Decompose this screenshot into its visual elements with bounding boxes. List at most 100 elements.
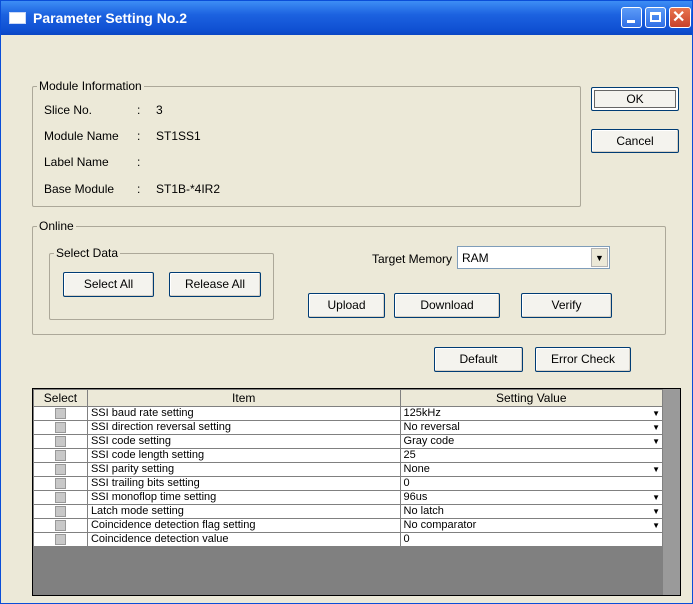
item-cell: SSI monoflop time setting [86, 490, 401, 505]
settings-table: Select Item Setting Value SSI baud rate … [33, 389, 664, 547]
download-button[interactable]: Download [394, 293, 500, 318]
column-header-setting-value[interactable]: Setting Value [399, 389, 664, 407]
error-check-button[interactable]: Error Check [535, 347, 631, 372]
chevron-down-icon[interactable]: ▼ [591, 248, 608, 267]
item-cell: Coincidence detection value [86, 532, 401, 547]
table-row[interactable]: SSI direction reversal setting No reversa… [33, 420, 664, 435]
select-checkbox[interactable] [54, 435, 66, 447]
select-checkbox[interactable] [54, 463, 66, 475]
release-all-button[interactable]: Release All [169, 272, 261, 297]
item-cell: SSI direction reversal setting [86, 420, 401, 435]
table-row[interactable]: SSI baud rate setting 125kHz ▼ [33, 406, 664, 421]
dropdown-arrow-icon[interactable]: ▼ [652, 436, 660, 448]
minimize-button[interactable] [621, 7, 642, 28]
select-cell[interactable] [33, 448, 88, 463]
select-cell[interactable] [33, 518, 88, 533]
settings-grid: Select Item Setting Value SSI baud rate … [32, 388, 681, 596]
window-icon [9, 12, 26, 24]
vertical-scrollbar[interactable] [663, 389, 680, 595]
setting-value-cell[interactable]: 0 [399, 532, 664, 547]
online-legend: Online [39, 219, 74, 233]
setting-value-cell[interactable]: 25 [399, 448, 664, 463]
select-checkbox[interactable] [54, 477, 66, 489]
select-cell[interactable] [33, 462, 88, 477]
setting-value-text: No latch [403, 505, 444, 517]
select-cell[interactable] [33, 532, 88, 547]
module-information-group: Module Information [32, 79, 581, 207]
setting-value-text: 0 [403, 477, 410, 489]
parameter-setting-dialog: Parameter Setting No.2 ✕ Module Informat… [0, 0, 693, 604]
dropdown-arrow-icon[interactable]: ▼ [652, 506, 660, 518]
module-information-legend: Module Information [39, 79, 142, 93]
select-cell[interactable] [33, 420, 88, 435]
base-module-value: ST1B-*4IR2 [156, 182, 221, 196]
module-name-sep: : [137, 129, 141, 143]
select-cell[interactable] [33, 504, 88, 519]
cancel-button[interactable]: Cancel [591, 129, 679, 153]
window-title: Parameter Setting No.2 [33, 10, 188, 26]
title-bar[interactable]: Parameter Setting No.2 ✕ [1, 1, 692, 35]
dropdown-arrow-icon[interactable]: ▼ [652, 408, 660, 420]
select-checkbox[interactable] [54, 491, 66, 503]
select-checkbox[interactable] [54, 421, 66, 433]
setting-value-cell[interactable]: No comparator ▼ [399, 518, 664, 533]
setting-value-text: No reversal [403, 421, 460, 433]
module-name-value: ST1SS1 [156, 129, 201, 143]
slice-no-value: 3 [156, 103, 163, 117]
column-header-select[interactable]: Select [33, 389, 88, 407]
select-cell[interactable] [33, 490, 88, 505]
setting-value-text: 25 [403, 449, 416, 461]
item-cell: SSI parity setting [86, 462, 401, 477]
dropdown-arrow-icon[interactable]: ▼ [652, 464, 660, 476]
select-cell[interactable] [33, 406, 88, 421]
item-cell: SSI code length setting [86, 448, 401, 463]
default-button[interactable]: Default [434, 347, 523, 372]
item-cell: Coincidence detection flag setting [86, 518, 401, 533]
select-all-button[interactable]: Select All [63, 272, 154, 297]
table-row[interactable]: SSI monoflop time setting 96us ▼ [33, 490, 664, 505]
verify-button[interactable]: Verify [521, 293, 612, 318]
select-cell[interactable] [33, 434, 88, 449]
slice-no-label: Slice No. [44, 103, 93, 117]
setting-value-cell[interactable]: 125kHz ▼ [399, 406, 664, 421]
item-cell: Latch mode setting [86, 504, 401, 519]
table-row[interactable]: SSI code setting Gray code ▼ [33, 434, 664, 449]
select-checkbox[interactable] [54, 519, 66, 531]
select-checkbox[interactable] [54, 449, 66, 461]
setting-value-cell[interactable]: 96us ▼ [399, 490, 664, 505]
table-row[interactable]: Coincidence detection value 0 [33, 532, 664, 547]
column-header-item[interactable]: Item [86, 389, 401, 407]
setting-value-text: None [403, 463, 430, 475]
dropdown-arrow-icon[interactable]: ▼ [652, 520, 660, 532]
setting-value-cell[interactable]: No reversal ▼ [399, 420, 664, 435]
item-cell: SSI baud rate setting [86, 406, 401, 421]
item-cell: SSI code setting [86, 434, 401, 449]
label-name-label: Label Name [44, 155, 109, 169]
setting-value-cell[interactable]: No latch ▼ [399, 504, 664, 519]
dropdown-arrow-icon[interactable]: ▼ [652, 492, 660, 504]
setting-value-cell[interactable]: None ▼ [399, 462, 664, 477]
table-row[interactable]: SSI code length setting 25 [33, 448, 664, 463]
close-button[interactable]: ✕ [669, 7, 691, 28]
maximize-button[interactable] [645, 7, 666, 28]
ok-button[interactable]: OK [591, 87, 679, 111]
table-row[interactable]: Coincidence detection flag setting No com… [33, 518, 664, 533]
setting-value-cell[interactable]: Gray code ▼ [399, 434, 664, 449]
select-checkbox[interactable] [54, 407, 66, 419]
setting-value-text: 0 [403, 533, 410, 545]
upload-button[interactable]: Upload [308, 293, 385, 318]
table-row[interactable]: SSI trailing bits setting 0 [33, 476, 664, 491]
select-checkbox[interactable] [54, 505, 66, 517]
slice-no-sep: : [137, 103, 141, 117]
select-checkbox[interactable] [54, 533, 66, 545]
maximize-icon [650, 12, 661, 22]
select-cell[interactable] [33, 476, 88, 491]
table-row[interactable]: SSI parity setting None ▼ [33, 462, 664, 477]
dropdown-arrow-icon[interactable]: ▼ [652, 422, 660, 434]
target-memory-select[interactable]: RAM ▼ [457, 246, 610, 269]
base-module-sep: : [137, 182, 141, 196]
table-row[interactable]: Latch mode setting No latch ▼ [33, 504, 664, 519]
setting-value-cell[interactable]: 0 [399, 476, 664, 491]
base-module-label: Base Module [44, 182, 115, 196]
setting-value-text: 125kHz [403, 407, 441, 419]
